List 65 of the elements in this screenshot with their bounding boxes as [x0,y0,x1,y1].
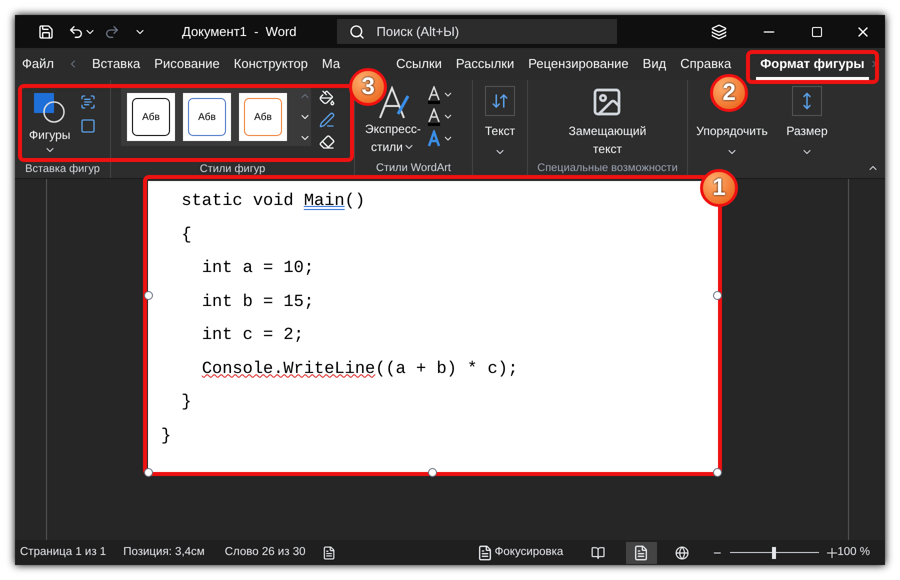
arrange-button[interactable]: Упорядочить [696,122,768,158]
text-fill-icon[interactable] [426,86,453,104]
resize-handle[interactable] [713,291,722,300]
alt-text-icon [591,86,624,118]
code-line: { [180,224,192,246]
shapes-button[interactable]: Фигуры [29,92,70,160]
zoom-slider[interactable] [730,546,819,558]
callout-badge: 3 [349,68,388,106]
group-label: Вставка фигур [24,162,101,176]
focus-button[interactable]: Фокусировка [476,544,564,562]
alt-text-button[interactable]: Замещающий текст [568,86,646,158]
ribbon-tab[interactable]: Конструктор [226,48,315,80]
fill-icon[interactable] [319,90,335,106]
ribbon-tab[interactable]: Вставка [84,48,148,80]
zoom-in-icon[interactable] [826,546,838,558]
effects-icon[interactable] [319,134,335,150]
ribbon-tab[interactable]: Рассылки [448,48,522,80]
code-line: Console.WriteLine((a + b) * c); [200,358,518,380]
zoom-percent[interactable]: 100 % [837,544,870,562]
ribbon-tab[interactable]: Файл [15,48,61,80]
code-line: int b = 15; [200,292,314,314]
code-line: int c = 2; [200,325,304,347]
style-thumbnail[interactable]: Абв [239,93,287,141]
ribbon-tab[interactable]: Рецензирование [521,48,636,80]
save-icon[interactable] [38,24,54,40]
search-icon [348,24,364,40]
code-line: } [161,426,172,448]
text-direction-icon [485,86,515,116]
window-title: Документ1 - Word [182,22,296,41]
style-thumbnail[interactable]: Абв [127,93,175,141]
print-layout-button[interactable] [626,542,658,564]
undo-icon[interactable] [68,24,84,40]
text-button[interactable]: Текст [484,86,516,158]
outline-icon[interactable] [319,112,335,128]
shapes-icon [32,92,67,124]
ribbon-tab[interactable]: Ма [314,48,348,80]
resize-handle[interactable] [144,468,153,477]
print-layout-icon [633,544,650,560]
group-label: Стили фигур [198,162,266,176]
resize-handle[interactable] [713,468,722,477]
ribbon-tab[interactable]: Формат фигуры [756,48,869,80]
ribbon-tab[interactable]: Ссылки [389,48,449,80]
group-label: Специальные возможности [537,160,678,176]
text-outline-icon[interactable] [426,108,453,126]
maximize-icon[interactable] [811,26,823,38]
text-effects-icon[interactable] [426,130,453,148]
resize-handle[interactable] [428,468,437,477]
redo-icon[interactable] [104,24,120,40]
code-line: int a = 10; [200,258,314,280]
size-icon [792,86,822,116]
web-layout-icon[interactable] [675,544,690,560]
cursor-position[interactable]: Позиция: 3,4см [123,544,205,562]
size-button[interactable]: Размер [786,86,828,158]
page-count[interactable]: Страница 1 из 1 [20,544,106,562]
style-thumbnail[interactable]: Абв [183,93,231,141]
ribbon-tab[interactable]: Рисование [147,48,227,80]
group-label: Стили WordArt [375,160,452,176]
code-line: } [180,392,192,414]
resize-handle[interactable] [144,291,153,300]
word-count[interactable]: Слово 26 из 30 [224,544,306,562]
focus-icon [476,544,493,560]
search-field[interactable]: Поиск (Alt+Ы) [336,19,616,44]
ribbon-tab[interactable]: Вид [636,48,674,80]
code-line: static void Main() [180,191,366,213]
read-mode-icon[interactable] [591,544,606,560]
